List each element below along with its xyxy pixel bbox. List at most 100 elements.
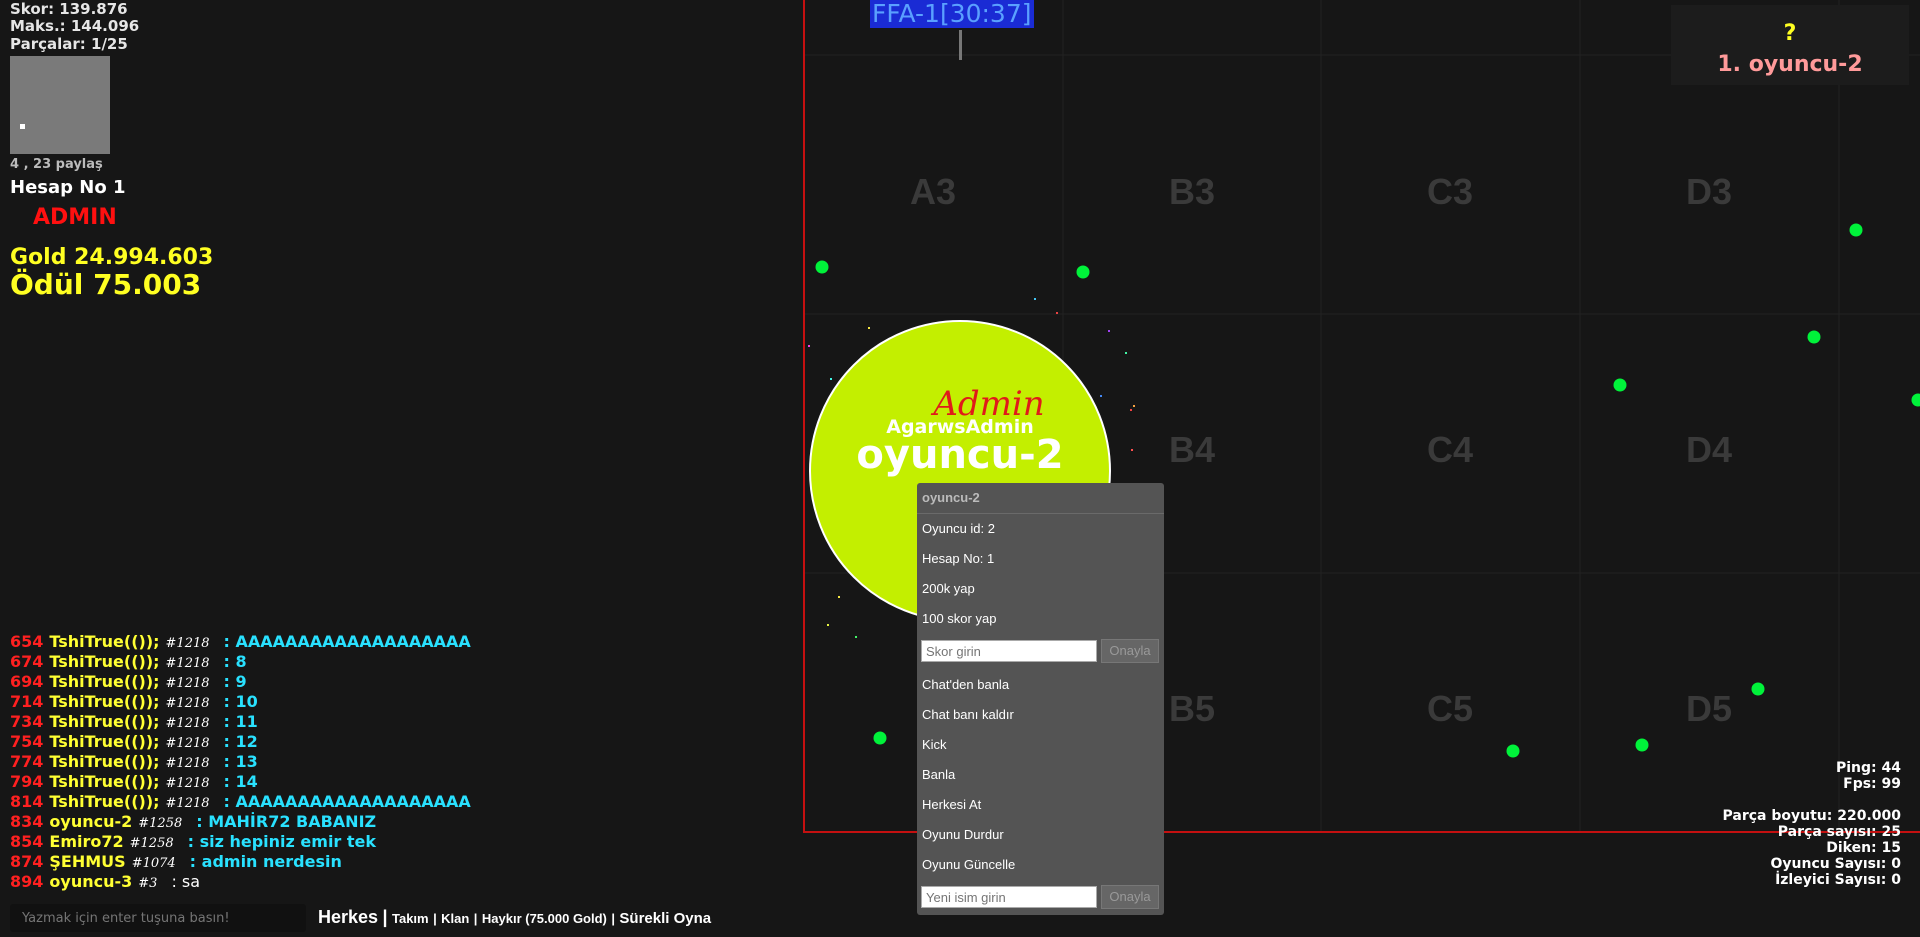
- make-200k-item[interactable]: 200k yap: [922, 581, 975, 596]
- chat-message: 814 TshiTrue(()); #1218 : AAAAAAAAAAAAAAAAA…: [10, 792, 471, 812]
- spectator-count-stat: İzleyici Sayısı: 0: [1775, 872, 1901, 888]
- chat-message: 894 oyuncu-3 #3: sa: [10, 872, 200, 892]
- chat-input[interactable]: [10, 904, 306, 932]
- chat-message: 854 Emiro72 #1258 : siz hepiniz emir tek: [10, 832, 376, 852]
- chat-message-number: 694: [10, 672, 44, 691]
- food-pellet: [1635, 738, 1649, 752]
- leaderboard-entry: 1. oyuncu-2: [1717, 52, 1863, 77]
- kick-item[interactable]: Kick: [922, 737, 947, 752]
- chat-message-number: 754: [10, 732, 44, 751]
- particle: [1131, 449, 1133, 451]
- chat-message-tag: #3: [138, 876, 158, 891]
- chat-message-text: : 14: [223, 772, 258, 791]
- admin-context-menu: oyuncu-2 Oyuncu id: 2 Hesap No: 1 200k y…: [917, 483, 1164, 915]
- leaderboard-title: ?: [1783, 21, 1797, 46]
- chat-message: 714 TshiTrue(()); #1218: 10: [10, 692, 258, 712]
- chat-message-number: 714: [10, 692, 44, 711]
- chat-message-tag: #1218: [165, 676, 210, 691]
- chat-message-author[interactable]: TshiTrue(());: [49, 652, 159, 671]
- chat-message-text: : 8: [223, 652, 247, 671]
- particle: [1108, 330, 1110, 332]
- food-pellet: [1506, 744, 1520, 758]
- food-pellet: [815, 260, 829, 274]
- role-badge: ADMIN: [33, 205, 117, 230]
- chat-message-author[interactable]: TshiTrue(());: [49, 672, 159, 691]
- score-input[interactable]: [921, 640, 1097, 662]
- particle: [827, 624, 829, 626]
- chat-tab-clan[interactable]: Klan: [441, 911, 469, 926]
- pause-game-item[interactable]: Oyunu Durdur: [922, 827, 1004, 842]
- chat-message: 774 TshiTrue(()); #1218: 13: [10, 752, 258, 772]
- make-100-score-item[interactable]: 100 skor yap: [922, 611, 996, 626]
- chat-unban-item[interactable]: Chat banı kaldır: [922, 707, 1014, 722]
- chat-ban-item[interactable]: Chat'den banla: [922, 677, 1009, 692]
- chat-message-author[interactable]: oyuncu-3: [49, 872, 132, 891]
- chat-tab-separator: |: [611, 911, 615, 926]
- chat-message: 674 TshiTrue(()); #1218: 8: [10, 652, 247, 672]
- player-id-item: Oyuncu id: 2: [922, 521, 995, 536]
- chat-message-number: 794: [10, 772, 44, 791]
- chat-tab-shout[interactable]: Haykır (75.000 Gold): [482, 911, 607, 926]
- chat-message-author[interactable]: TshiTrue(());: [49, 632, 159, 651]
- chat-message: 654 TshiTrue(()); #1218: AAAAAAAAAAAAAAAAA…: [10, 632, 471, 652]
- particle: [1133, 405, 1135, 407]
- chat-message-tag: #1258: [138, 816, 183, 831]
- chat-message-text: : siz hepiniz emir tek: [187, 832, 377, 851]
- minimap[interactable]: [10, 56, 110, 154]
- chat-message-number: 854: [10, 832, 44, 851]
- chat-message-author[interactable]: TshiTrue(());: [49, 732, 159, 751]
- particle: [1056, 312, 1058, 314]
- chat-message-tag: #1218: [165, 796, 210, 811]
- chat-message-text: : admin nerdesin: [189, 852, 342, 871]
- chat-message-number: 814: [10, 792, 44, 811]
- chat-message-number: 654: [10, 632, 44, 651]
- chat-tab-team[interactable]: Takım: [392, 911, 429, 926]
- particle: [808, 345, 810, 347]
- score-text: Skor: 139.876: [10, 0, 128, 18]
- chat-message-author[interactable]: oyuncu-2: [49, 812, 132, 831]
- minimap-player-dot: [20, 124, 25, 129]
- continuous-play-button[interactable]: Sürekli Oyna: [619, 910, 711, 927]
- chat-message-author[interactable]: TshiTrue(());: [49, 712, 159, 731]
- food-pellet: [1911, 393, 1920, 407]
- chat-message-text: : AAAAAAAAAAAAAAAAAAA: [223, 792, 471, 811]
- new-name-input[interactable]: [921, 886, 1097, 908]
- pieces-text: Parçalar: 1/25: [10, 35, 128, 53]
- chat-message-tag: #1218: [165, 756, 210, 771]
- chat-message-author[interactable]: ŞEHMUS: [49, 852, 125, 871]
- chat-message-text: : 12: [223, 732, 258, 751]
- update-game-item[interactable]: Oyunu Güncelle: [922, 857, 1015, 872]
- score-confirm-button[interactable]: Onayla: [1101, 639, 1159, 663]
- chat-message-number: 834: [10, 812, 44, 831]
- sector-label-a3: A3: [909, 171, 957, 212]
- name-confirm-button[interactable]: Onayla: [1101, 885, 1159, 909]
- chat-message-author[interactable]: TshiTrue(());: [49, 752, 159, 771]
- chat-message-author[interactable]: TshiTrue(());: [49, 692, 159, 711]
- chat-message-text: : 13: [223, 752, 258, 771]
- chat-message-text: : 9: [223, 672, 247, 691]
- particle: [855, 636, 857, 638]
- particle: [830, 378, 832, 380]
- chat-message-tag: #1218: [165, 776, 210, 791]
- chat-message-tag: #1074: [131, 856, 176, 871]
- chat-message: 694 TshiTrue(()); #1218 : 9: [10, 672, 247, 692]
- chat-tabs: Herkes | Takım | Klan | Haykır (75.000 G…: [318, 907, 711, 928]
- chat-tab-all[interactable]: Herkes: [318, 907, 378, 927]
- chat-message-tag: #1258: [129, 836, 174, 851]
- sector-label-b4: B4: [1168, 429, 1216, 470]
- chat-message-number: 874: [10, 852, 44, 871]
- chat-message-number: 894: [10, 872, 44, 891]
- chat-message-author[interactable]: Emiro72: [49, 832, 123, 851]
- kick-all-item[interactable]: Herkesi At: [922, 797, 981, 812]
- chat-tab-separator: |: [433, 911, 437, 926]
- chat-message-text: : 10: [223, 692, 258, 711]
- cell-player-name: oyuncu-2: [856, 432, 1064, 478]
- chat-message-author[interactable]: TshiTrue(());: [49, 772, 159, 791]
- chat-message-author[interactable]: TshiTrue(());: [49, 792, 159, 811]
- chat-message-text: : 11: [223, 712, 258, 731]
- ban-item[interactable]: Banla: [922, 767, 955, 782]
- sector-label-d5: D5: [1685, 688, 1733, 729]
- sector-label-c5: C5: [1426, 688, 1474, 729]
- piece-size-stat: Parça boyutu: 220.000: [1722, 808, 1902, 824]
- chat-message-text: : MAHİR72 BABANIZ: [196, 812, 377, 831]
